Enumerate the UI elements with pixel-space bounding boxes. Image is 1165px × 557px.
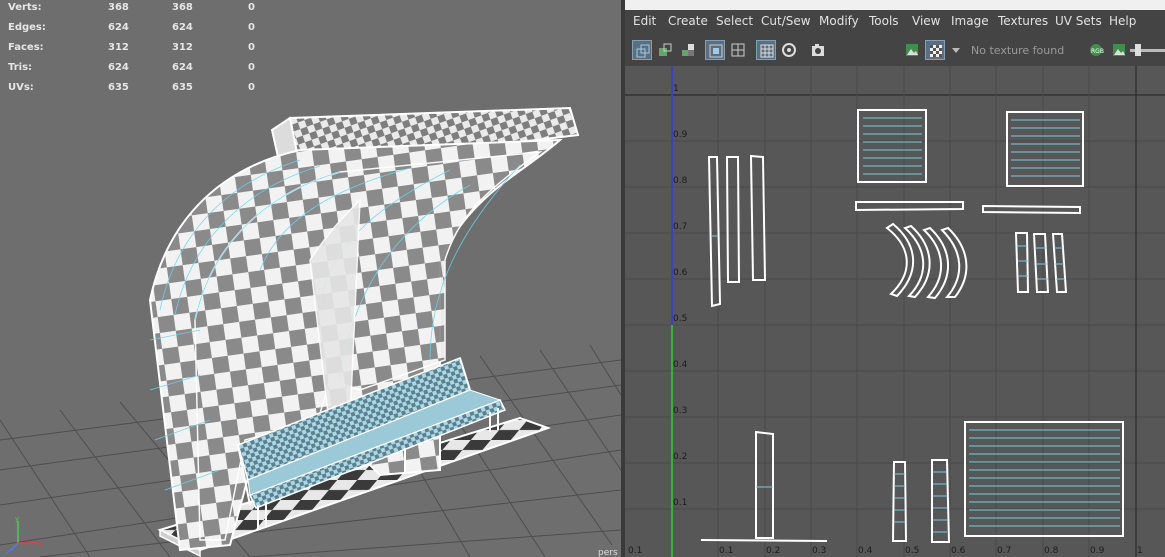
grid-toggle-icon[interactable] — [728, 40, 748, 60]
stat-value: 635 — [172, 82, 193, 93]
stat-label: Tris: — [8, 62, 33, 73]
snapshot-camera-icon[interactable] — [808, 40, 828, 60]
stat-value: 624 — [108, 22, 129, 33]
uv-face-icon[interactable] — [678, 40, 698, 60]
axis-gizmo-icon: y x z — [6, 515, 43, 555]
uv-component-icon[interactable] — [655, 40, 675, 60]
texture-status: No texture found — [971, 44, 1065, 57]
uv-layout[interactable] — [625, 66, 1165, 557]
svg-text:RGB: RGB — [1091, 48, 1104, 55]
stat-value: 312 — [172, 42, 193, 53]
rgb-channel-icon[interactable]: RGB — [1086, 40, 1106, 60]
svg-text:z: z — [6, 548, 10, 555]
menu-tools[interactable]: Tools — [869, 14, 899, 28]
u-tick: 0.1 — [719, 546, 734, 556]
v-tick: 0.9 — [673, 130, 688, 140]
perspective-viewport[interactable]: Verts: 368 368 0 Edges: 624 624 0 Faces:… — [0, 0, 621, 557]
stat-value: 0 — [248, 42, 255, 53]
v-tick: 1 — [673, 84, 679, 94]
u-tick: 0.9 — [1090, 546, 1105, 556]
u-tick: 0.7 — [997, 546, 1012, 556]
stat-row-tris: Tris: 624 624 0 — [8, 60, 268, 80]
v-tick: 0.4 — [673, 360, 688, 370]
display-frame-icon[interactable] — [705, 40, 725, 60]
svg-text:y: y — [15, 515, 19, 523]
poly-count-hud: Verts: 368 368 0 Edges: 624 624 0 Faces:… — [8, 0, 268, 100]
stat-value: 0 — [248, 82, 255, 93]
menu-modify[interactable]: Modify — [819, 14, 859, 28]
texture-dropdown-chevron-down-icon[interactable] — [949, 40, 961, 60]
stat-value: 0 — [248, 62, 255, 73]
u-tick: 0.8 — [1044, 546, 1059, 556]
uv-editor-panel: Edit Create Select Cut/Sew Modify Tools … — [625, 0, 1165, 557]
v-tick: 0.2 — [673, 452, 688, 462]
menu-textures[interactable]: Textures — [998, 14, 1048, 28]
camera-label: pers — [598, 548, 618, 557]
v-tick: 0.1 — [673, 498, 688, 508]
stat-label: Edges: — [8, 22, 46, 33]
stat-label: Verts: — [8, 2, 42, 13]
uv-shell-select-icon[interactable] — [632, 40, 652, 60]
menu-help[interactable]: Help — [1109, 14, 1136, 28]
menu-image[interactable]: Image — [951, 14, 989, 28]
u-tick: 0.5 — [905, 546, 920, 556]
menu-cut-sew[interactable]: Cut/Sew — [761, 14, 811, 28]
stat-value: 624 — [108, 62, 129, 73]
u-tick: 0.3 — [812, 546, 827, 556]
menu-edit[interactable]: Edit — [633, 14, 656, 28]
menu-uv-sets[interactable]: UV Sets — [1055, 14, 1102, 28]
pixel-snap-icon[interactable] — [779, 40, 799, 60]
stat-value: 0 — [248, 22, 255, 33]
u-tick: 0.4 — [858, 546, 873, 556]
stat-value: 312 — [108, 42, 129, 53]
menu-select[interactable]: Select — [716, 14, 753, 28]
uv-editor-menubar: Edit Create Select Cut/Sew Modify Tools … — [625, 10, 1165, 34]
menu-create[interactable]: Create — [668, 14, 708, 28]
stat-value: 368 — [172, 2, 193, 13]
grid-display-icon[interactable] — [756, 40, 776, 60]
uv-editor-toolbar: No texture found RGB — [625, 34, 1165, 67]
stat-row-verts: Verts: 368 368 0 — [8, 0, 268, 20]
u-tick: 1 — [1137, 546, 1143, 556]
stat-value: 0 — [248, 2, 255, 13]
image-display-icon[interactable] — [902, 40, 922, 60]
v-tick: 0.7 — [673, 222, 688, 232]
checker-tiles-icon[interactable] — [925, 40, 945, 60]
stat-value: 368 — [108, 2, 129, 13]
u-tick: 0.2 — [766, 546, 781, 556]
stat-value: 635 — [108, 82, 129, 93]
exposure-slider-handle[interactable] — [1135, 44, 1141, 56]
v-tick: 0.8 — [673, 176, 688, 186]
stat-label: UVs: — [8, 82, 34, 93]
svg-text:x: x — [39, 540, 43, 548]
image-exposure-icon[interactable] — [1109, 40, 1129, 60]
u-tick: 0.6 — [951, 546, 966, 556]
stat-value: 624 — [172, 62, 193, 73]
u-tick: 0.1 — [628, 546, 643, 556]
stat-value: 624 — [172, 22, 193, 33]
uv-grid-canvas[interactable]: 1 0.9 0.8 0.7 0.6 0.5 0.4 0.3 0.2 0.1 0.… — [625, 66, 1165, 557]
v-tick: 0.6 — [673, 268, 688, 278]
uv-editor-titlebar[interactable] — [625, 0, 1165, 10]
stat-row-uvs: UVs: 635 635 0 — [8, 80, 268, 100]
stat-row-edges: Edges: 624 624 0 — [8, 20, 268, 40]
uv-shells — [700, 109, 1124, 543]
v-tick: 0.3 — [673, 406, 688, 416]
v-tick: 0.5 — [673, 314, 688, 324]
stat-label: Faces: — [8, 42, 44, 53]
stat-row-faces: Faces: 312 312 0 — [8, 40, 268, 60]
menu-view[interactable]: View — [912, 14, 940, 28]
